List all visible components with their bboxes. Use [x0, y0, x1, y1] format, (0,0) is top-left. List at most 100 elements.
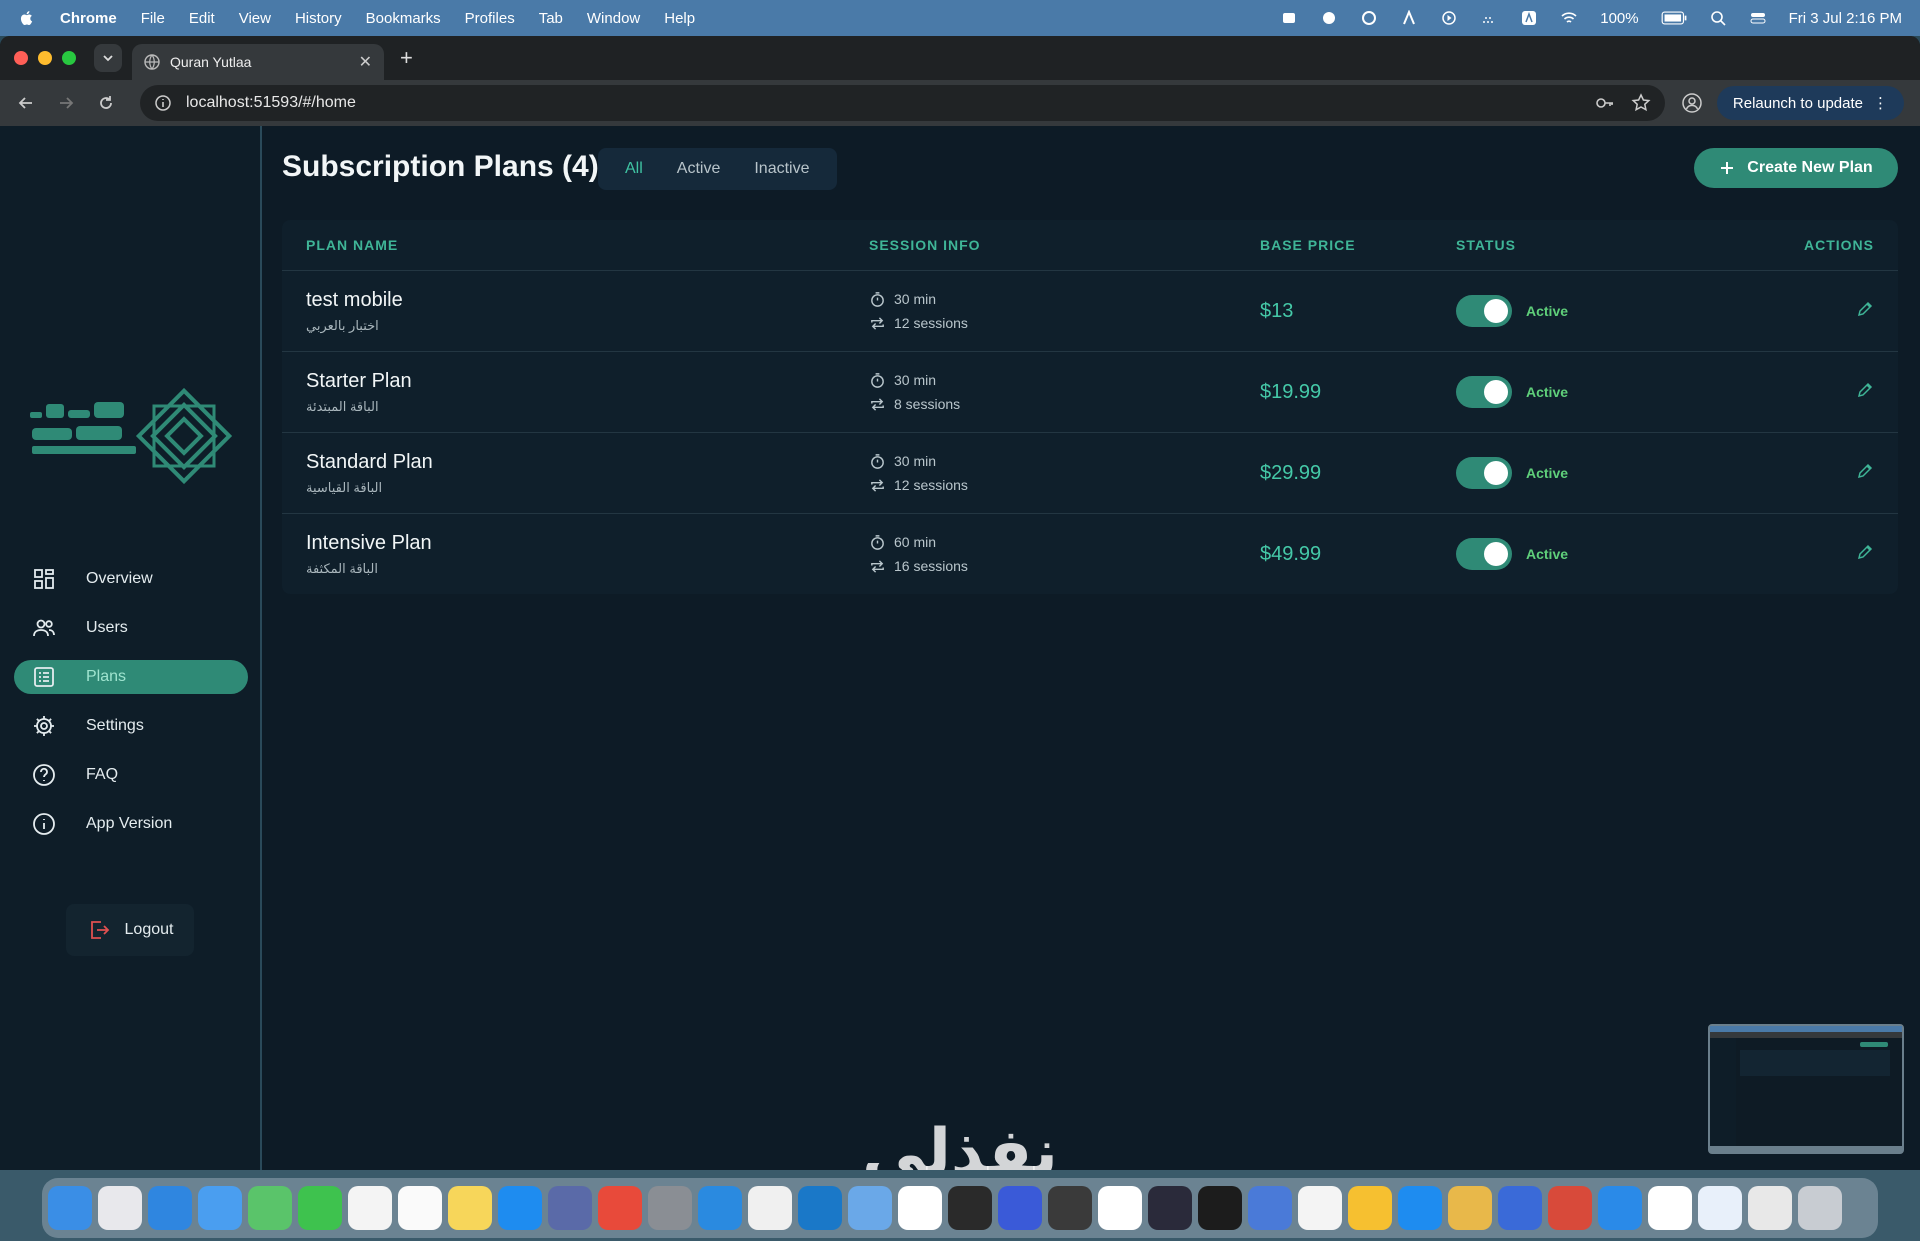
trash-icon[interactable] — [1798, 1186, 1842, 1230]
sidebar-item-settings[interactable]: Settings — [14, 709, 248, 743]
system-settings-icon[interactable] — [648, 1186, 692, 1230]
reminders-icon[interactable] — [398, 1186, 442, 1230]
mile-icon[interactable] — [1648, 1186, 1692, 1230]
sync-icon[interactable] — [1320, 10, 1338, 26]
filter-all[interactable]: All — [608, 160, 660, 178]
menu-window[interactable]: Window — [587, 10, 640, 27]
edit-icon[interactable] — [1856, 300, 1874, 318]
simulator-icon[interactable] — [548, 1186, 592, 1230]
docker-icon[interactable] — [698, 1186, 742, 1230]
create-new-plan-button[interactable]: Create New Plan — [1694, 148, 1898, 188]
search-icon[interactable] — [1709, 10, 1727, 26]
notes-icon[interactable] — [448, 1186, 492, 1230]
sidebar-item-faq[interactable]: FAQ — [14, 758, 248, 792]
app-store-icon[interactable] — [498, 1186, 542, 1230]
chrome-dev-icon[interactable] — [1548, 1186, 1592, 1230]
finder-icon[interactable] — [48, 1186, 92, 1230]
facetime-icon[interactable] — [298, 1186, 342, 1230]
browser-tab[interactable]: Quran Yutlaa ✕ — [132, 44, 384, 80]
status-toggle[interactable] — [1456, 376, 1512, 408]
wifi-icon[interactable] — [1560, 10, 1578, 26]
screenshot-thumbnail[interactable] — [1708, 1024, 1904, 1154]
sidebar-item-users[interactable]: Users — [14, 611, 248, 645]
tablet-icon[interactable] — [1048, 1186, 1092, 1230]
table-row[interactable]: Standard Plan الباقة القياسية 30 min 12 … — [282, 432, 1898, 513]
zoom-window-button[interactable] — [62, 51, 76, 65]
table-row[interactable]: Starter Plan الباقة المبتدئة 30 min 8 se… — [282, 351, 1898, 432]
table-row[interactable]: test mobile اختبار بالعربي 30 min 12 ses… — [282, 270, 1898, 351]
menu-app-name[interactable]: Chrome — [60, 10, 117, 27]
box-icon[interactable] — [1280, 10, 1298, 26]
play-icon[interactable] — [1440, 10, 1458, 26]
bookmark-star-icon[interactable] — [1631, 93, 1651, 113]
header-plan-name[interactable]: PLAN NAME — [282, 237, 869, 253]
sidebar-item-overview[interactable]: Overview — [14, 562, 248, 596]
android-studio-icon[interactable] — [1148, 1186, 1192, 1230]
status-toggle[interactable] — [1456, 538, 1512, 570]
messenger-icon[interactable] — [998, 1186, 1042, 1230]
relaunch-button[interactable]: Relaunch to update ⋮ — [1716, 86, 1904, 120]
tab-search-button[interactable] — [94, 44, 122, 72]
photos-icon[interactable] — [348, 1186, 392, 1230]
sidebar-item-plans[interactable]: Plans — [14, 660, 248, 694]
profile-icon[interactable] — [1681, 92, 1703, 114]
proxyman-icon[interactable] — [1498, 1186, 1542, 1230]
close-window-button[interactable] — [14, 51, 28, 65]
sidebar-item-app-version[interactable]: App Version — [14, 807, 248, 841]
document-icon[interactable] — [1748, 1186, 1792, 1230]
menu-history[interactable]: History — [295, 10, 342, 27]
menu-tab[interactable]: Tab — [539, 10, 563, 27]
files-icon[interactable] — [848, 1186, 892, 1230]
chrome-icon[interactable] — [598, 1186, 642, 1230]
header-base-price[interactable]: BASE PRICE — [1260, 237, 1456, 253]
maps-icon[interactable] — [248, 1186, 292, 1230]
menu-help[interactable]: Help — [664, 10, 695, 27]
xcode-icon[interactable] — [1598, 1186, 1642, 1230]
reload-icon[interactable] — [96, 94, 116, 112]
address-bar[interactable]: localhost:51593/#/home — [140, 85, 1665, 121]
quicktime-icon[interactable] — [1398, 1186, 1442, 1230]
notion-icon[interactable] — [898, 1186, 942, 1230]
keyboard-input-icon[interactable] — [1520, 10, 1538, 26]
vscode-icon[interactable] — [798, 1186, 842, 1230]
forward-icon[interactable] — [56, 94, 76, 112]
chrome-canary-icon[interactable] — [1448, 1186, 1492, 1230]
menu-bookmarks[interactable]: Bookmarks — [366, 10, 441, 27]
database-icon[interactable] — [1248, 1186, 1292, 1230]
mail-icon[interactable] — [198, 1186, 242, 1230]
apple-icon[interactable] — [18, 9, 36, 27]
header-session-info[interactable]: SESSION INFO — [869, 237, 1260, 253]
site-info-icon[interactable] — [154, 94, 172, 112]
cloud-icon[interactable] — [1360, 10, 1378, 26]
arc-icon[interactable] — [1098, 1186, 1142, 1230]
menu-view[interactable]: View — [239, 10, 271, 27]
calendar-icon[interactable] — [1298, 1186, 1342, 1230]
launchpad-icon[interactable] — [98, 1186, 142, 1230]
table-row[interactable]: Intensive Plan الباقة المكثفة 60 min 16 … — [282, 513, 1898, 594]
status-toggle[interactable] — [1456, 457, 1512, 489]
filter-active[interactable]: Active — [660, 160, 738, 178]
edit-icon[interactable] — [1856, 381, 1874, 399]
control-center-icon[interactable] — [1749, 10, 1767, 26]
status-toggle[interactable] — [1456, 295, 1512, 327]
cursor-icon[interactable] — [1400, 10, 1418, 26]
edit-icon[interactable] — [1856, 543, 1874, 561]
safari-icon[interactable] — [148, 1186, 192, 1230]
terminal-icon[interactable] — [1198, 1186, 1242, 1230]
back-icon[interactable] — [16, 94, 36, 112]
close-tab-icon[interactable]: ✕ — [359, 52, 372, 72]
battery-icon[interactable] — [1661, 10, 1687, 26]
filter-inactive[interactable]: Inactive — [737, 160, 826, 178]
menu-profiles[interactable]: Profiles — [465, 10, 515, 27]
key-icon[interactable] — [1595, 93, 1615, 113]
minimize-window-button[interactable] — [38, 51, 52, 65]
menu-edit[interactable]: Edit — [189, 10, 215, 27]
xcode-beta-icon[interactable] — [1698, 1186, 1742, 1230]
cursor-app-icon[interactable] — [948, 1186, 992, 1230]
header-status[interactable]: STATUS — [1456, 237, 1750, 253]
postgres-icon[interactable] — [748, 1186, 792, 1230]
logout-button[interactable]: Logout — [66, 904, 194, 956]
weather-icon[interactable] — [1480, 10, 1498, 26]
new-tab-icon[interactable]: + — [400, 45, 413, 71]
clock[interactable]: Fri 3 Jul 2:16 PM — [1789, 10, 1902, 27]
